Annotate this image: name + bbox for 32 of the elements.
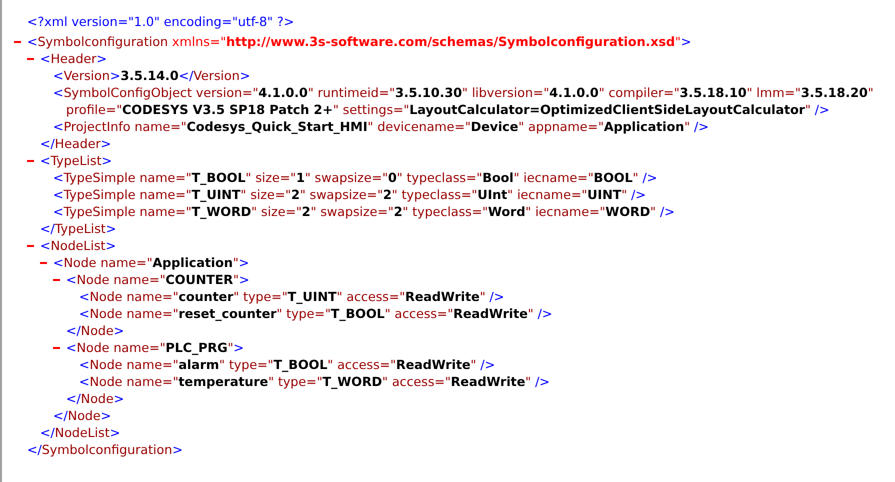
xml-tag: <NodeList>: [40, 237, 116, 254]
xml-closing-tag: </Node>: [53, 407, 875, 424]
xml-tag: <Node name="counter" type="T_UINT" access="ReadWrite" />: [79, 288, 504, 305]
xml-closing-tag: </TypeList>: [40, 220, 875, 237]
xml-tag: <Node name="PLC_PRG">: [66, 339, 244, 356]
xml-tag: <Node name="reset_counter" type="T_BOOL" access="ReadWrite" />: [79, 305, 552, 322]
xml-closing-tag: </Node>: [66, 390, 875, 407]
xml-tag: <TypeSimple name="T_UINT" size="2" swapsize="2" typeclass="UInt" iecname="UINT" />: [53, 186, 646, 203]
xml-tag: <Header>: [40, 50, 107, 67]
collapse-icon[interactable]: [53, 276, 60, 283]
xml-closing-tag: </NodeList>: [40, 424, 875, 441]
collapse-icon[interactable]: [40, 259, 47, 266]
xml-closing-tag: </Symbolconfiguration>: [27, 441, 875, 458]
collapse-icon[interactable]: [27, 55, 34, 62]
xml-tag: <SymbolConfigObject version="4.1.0.0" runtimeid="3.5.10.30" libversion="4.1.0.0" compiler="3.5.18.10" lmm="3.5.18.20" profile="CODESYS V3.5 SP18 Patch 2+" settings="LayoutCalculator=OptimizedClientSideLayoutCalculator" />: [53, 84, 875, 118]
collapse-icon[interactable]: [27, 157, 34, 164]
xml-tag: <Node name="Application">: [53, 254, 250, 271]
xml-tag: <Node name="alarm" type="T_BOOL" access="ReadWrite" />: [79, 356, 496, 373]
xml-closing-tag: </Header>: [40, 135, 875, 152]
xml-declaration: <?xml version="1.0" encoding="utf-8" ?>: [27, 13, 294, 30]
xml-tag: <TypeSimple name="T_WORD" size="2" swapsize="2" typeclass="Word" iecname="WORD" />: [53, 203, 675, 220]
collapse-icon[interactable]: [27, 242, 34, 249]
xml-closing-tag: </Node>: [66, 322, 875, 339]
collapse-icon[interactable]: [53, 344, 60, 351]
xml-tag: <Symbolconfiguration xmlns="http://www.3s-software.com/schemas/Symbolconfiguration.xsd">: [27, 33, 692, 50]
xml-tag: <TypeList>: [40, 152, 112, 169]
xml-tag: <Node name="temperature" type="T_WORD" access="ReadWrite" />: [79, 373, 550, 390]
xml-tag: <Node name="COUNTER">: [66, 271, 250, 288]
collapse-icon[interactable]: [14, 38, 21, 45]
xml-tag: <ProjectInfo name="Codesys_Quick_Start_HMI" devicename="Device" appname="Application" />: [53, 118, 709, 135]
xml-tag: <Version>3.5.14.0</Version>: [53, 67, 250, 84]
xml-tag: <TypeSimple name="T_BOOL" size="1" swapsize="0" typeclass="Bool" iecname="BOOL" />: [53, 169, 658, 186]
